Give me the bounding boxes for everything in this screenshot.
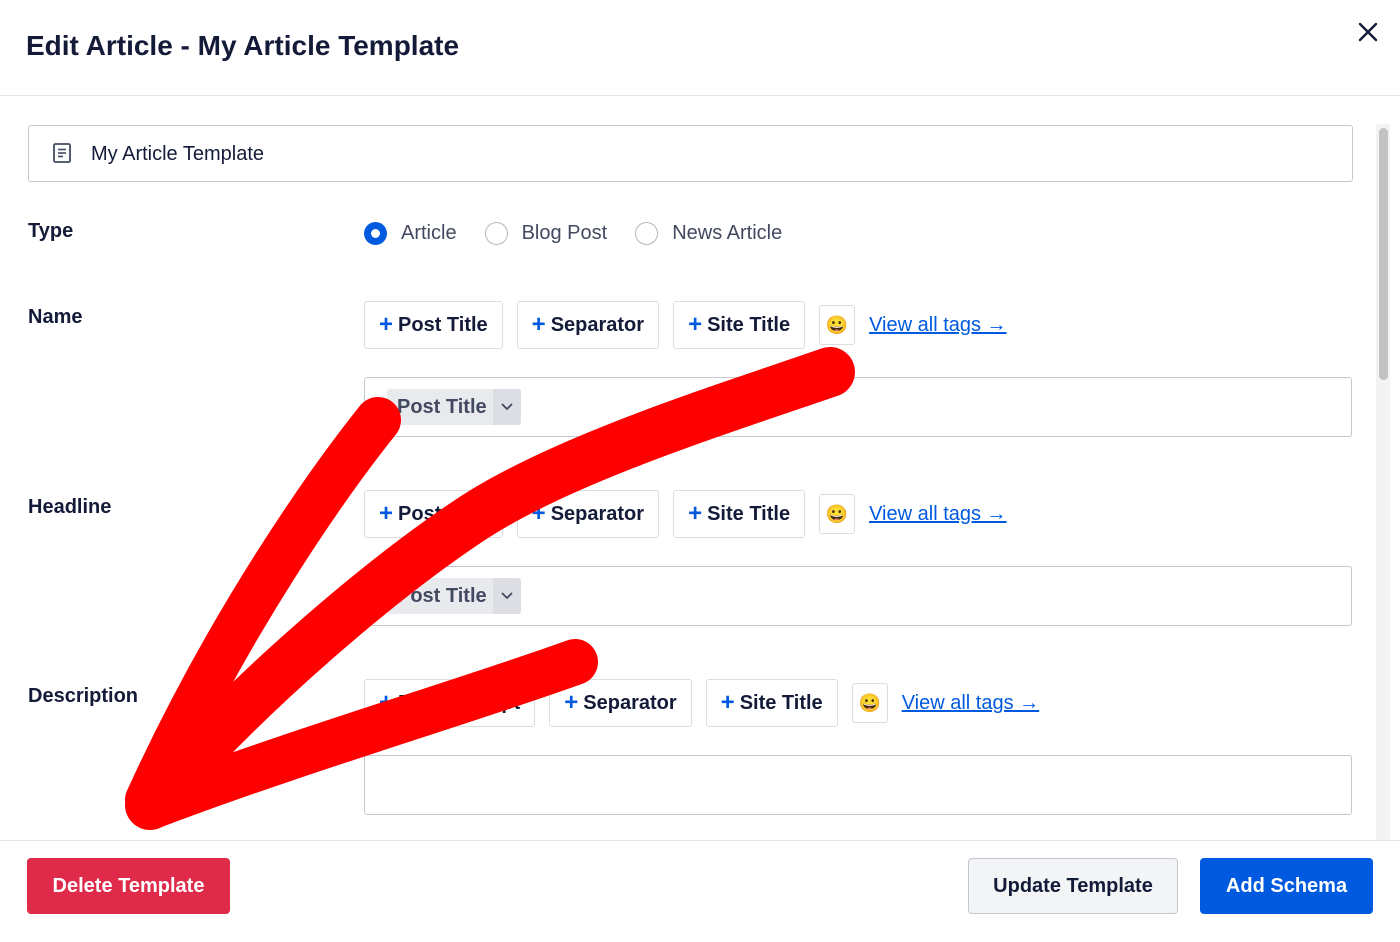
headline-editor[interactable]: Post Title (364, 566, 1352, 626)
edit-template-modal: Edit Article - My Article Template Type … (0, 0, 1400, 942)
name-label: Name (28, 306, 83, 328)
view-all-tags-link[interactable]: View all tags → (869, 314, 1006, 337)
view-all-tags-link[interactable]: View all tags → (869, 503, 1006, 526)
close-icon[interactable] (1352, 16, 1384, 48)
radio-blog-post[interactable]: Blog Post (484, 221, 608, 245)
add-tag-separator-button[interactable]: + Separator (549, 679, 692, 727)
chip-label: Post Title (397, 584, 487, 607)
plus-icon: + (564, 689, 579, 716)
type-radio-group: Article Blog Post News Article (364, 220, 810, 246)
emoji-icon[interactable]: 😀 (819, 494, 856, 534)
plus-icon: + (720, 689, 735, 716)
chevron-down-icon[interactable] (492, 389, 521, 425)
radio-label: Article (401, 221, 457, 244)
document-icon (53, 143, 71, 163)
scrollbar-thumb[interactable] (1379, 128, 1388, 380)
modal-title: Edit Article - My Article Template (26, 30, 460, 61)
radio-label: Blog Post (521, 221, 608, 244)
add-tag-site-title-button[interactable]: + Site Title (673, 490, 806, 538)
radio-unchecked-icon[interactable] (635, 221, 659, 245)
radio-news-article[interactable]: News Article (635, 221, 783, 245)
plus-icon: + (379, 311, 394, 338)
add-tag-separator-button[interactable]: + Separator (516, 490, 660, 538)
add-tag-post-title-button[interactable]: + Post Title (364, 490, 503, 538)
plus-icon: + (531, 311, 546, 338)
radio-article[interactable]: Article (364, 221, 457, 245)
update-template-button[interactable]: Update Template (968, 858, 1178, 914)
headline-label: Headline (28, 496, 112, 518)
name-tag-buttons: + Post Title + Separator + Site Title 😀 Vie… (364, 301, 1007, 349)
emoji-icon[interactable]: 😀 (819, 305, 856, 345)
add-schema-button[interactable]: Add Schema (1200, 858, 1373, 914)
plus-icon: + (688, 311, 703, 338)
plus-icon: + (379, 689, 394, 716)
plus-icon: + (688, 500, 703, 527)
add-tag-separator-button[interactable]: + Separator (516, 301, 660, 349)
add-tag-post-excerpt-button[interactable]: + Post Excerpt (364, 679, 536, 727)
scrollbar[interactable] (1376, 124, 1390, 840)
template-name-field[interactable] (28, 125, 1353, 182)
name-editor[interactable]: Post Title (364, 377, 1352, 437)
modal-footer: Delete Template Update Template Add Sche… (0, 840, 1400, 942)
modal-body: Type Article Blog Post News Article Name… (0, 96, 1400, 840)
type-label: Type (28, 220, 74, 242)
add-tag-site-title-button[interactable]: + Site Title (673, 301, 806, 349)
radio-checked-icon[interactable] (364, 221, 387, 245)
plus-icon: + (531, 500, 546, 527)
smart-tag-chip[interactable]: Post Title (387, 389, 521, 425)
emoji-icon[interactable]: 😀 (851, 683, 888, 723)
chevron-down-icon[interactable] (492, 578, 521, 614)
view-all-tags-link[interactable]: View all tags → (902, 692, 1039, 715)
delete-template-button[interactable]: Delete Template (27, 858, 230, 914)
chip-label: Post Title (397, 395, 487, 418)
template-name-input[interactable] (91, 140, 1291, 168)
description-editor[interactable] (364, 755, 1352, 815)
description-tag-buttons: + Post Excerpt + Separator + Site Title 😀 V… (364, 679, 1039, 727)
add-tag-site-title-button[interactable]: + Site Title (705, 679, 838, 727)
add-tag-post-title-button[interactable]: + Post Title (364, 301, 503, 349)
smart-tag-chip[interactable]: Post Title (387, 578, 521, 614)
radio-label: News Article (672, 221, 783, 244)
description-label: Description (28, 685, 139, 707)
modal-header: Edit Article - My Article Template (0, 0, 1400, 96)
plus-icon: + (379, 500, 394, 527)
radio-unchecked-icon[interactable] (484, 221, 508, 245)
headline-tag-buttons: + Post Title + Separator + Site Title 😀 Vie… (364, 490, 1007, 538)
